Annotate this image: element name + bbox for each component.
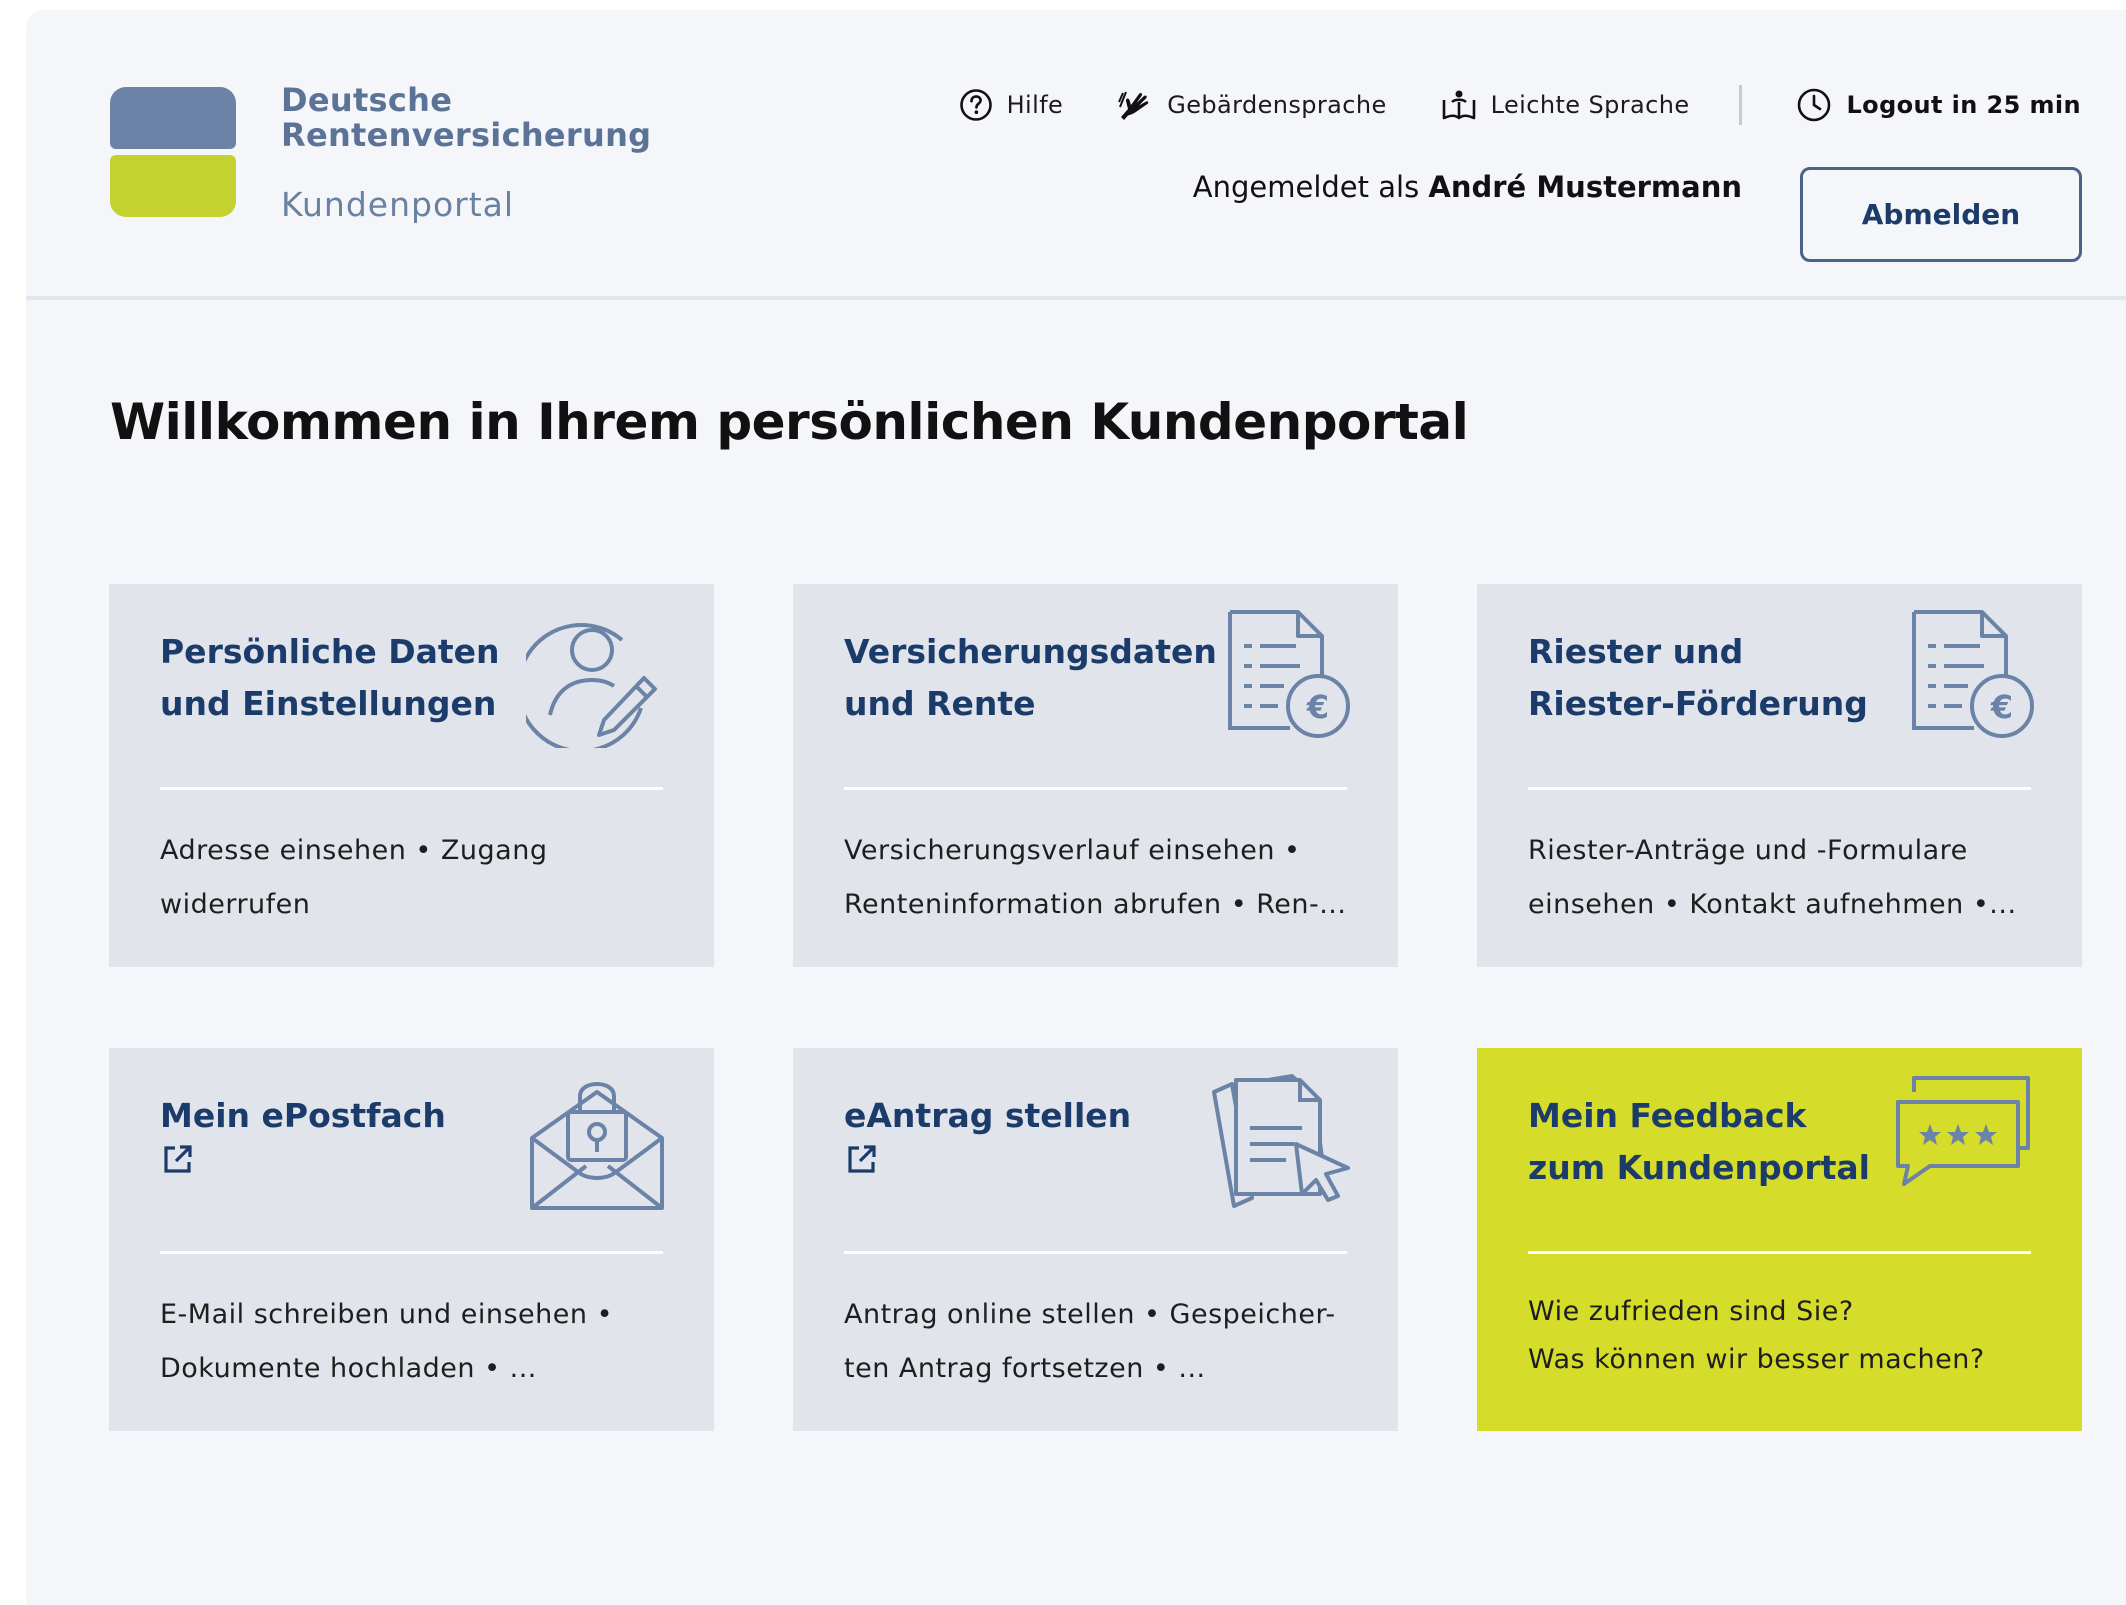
tile-epostfach[interactable]: Mein ePostfach E-Mail schreiben und eins…	[109, 1048, 714, 1431]
sign-language-link[interactable]: Gebärdensprache	[1117, 87, 1386, 123]
easy-language-label: Leichte Sprache	[1490, 91, 1690, 119]
help-icon	[959, 89, 992, 121]
logout-timer-label: Logout in 25 min	[1846, 91, 2081, 119]
logged-in-as-label: Angemeldet als	[1192, 170, 1420, 204]
clock-icon	[1798, 88, 1831, 122]
tile-divider	[160, 1251, 663, 1254]
rating-chat-icon	[1896, 1076, 2030, 1186]
brand-line-1: Deutsche	[281, 81, 453, 119]
logout-timer: Logout in 25 min	[1796, 87, 2081, 123]
tile-divider	[160, 787, 663, 790]
tile-divider	[844, 787, 1347, 790]
locked-mail-icon	[530, 1082, 664, 1210]
nav-divider	[1739, 85, 1743, 125]
portal-label: Kundenportal	[281, 185, 515, 224]
tile-divider	[1528, 1251, 2031, 1254]
tile-personal-data[interactable]: Persönliche Daten und Einstellungen Adre…	[109, 584, 714, 967]
tile-description: Versicherungsverlauf einsehen • Rentenin…	[844, 835, 1347, 920]
tile-feedback[interactable]: Mein Feedback zum Kundenportal Wie zufri…	[1477, 1048, 2082, 1431]
tile-description: Riester-Anträge und -Formulare einsehen …	[1528, 835, 2017, 920]
tile-title: Mein ePostfach	[160, 1096, 446, 1135]
logout-button[interactable]: Abmelden	[1800, 167, 2082, 262]
document-euro-icon: €	[1912, 610, 2034, 738]
user-edit-icon	[526, 623, 657, 748]
svg-text:€: €	[1306, 688, 1329, 726]
book-icon	[1442, 90, 1475, 120]
document-euro-icon: €	[1228, 610, 1350, 738]
tile-description: E-Mail schreiben und einsehen • Dokument…	[160, 1299, 614, 1384]
tile-divider	[844, 1251, 1347, 1254]
page-title: Willkommen in Ihrem persönlichen Kundenp…	[110, 393, 1469, 451]
tile-description: Antrag online stellen • Gespeicher-ten A…	[844, 1299, 1336, 1384]
feedback-question-1: Wie zufrieden sind Sie?	[1528, 1296, 1854, 1327]
login-status: Angemeldet als André Mustermann	[1193, 170, 1742, 204]
feedback-question-2: Was können wir besser machen?	[1528, 1344, 1985, 1375]
documents-cursor-icon	[1212, 1074, 1350, 1208]
external-link-icon	[848, 1145, 876, 1173]
sign-language-icon	[1118, 91, 1149, 120]
tile-title: Persönliche Daten und Einstellungen	[160, 632, 500, 723]
easy-language-link[interactable]: Leichte Sprache	[1441, 88, 1690, 122]
portal-window: Deutsche Rentenversicherung Kundenportal…	[26, 10, 2126, 1605]
tile-title: Riester und Riester-Förderung	[1528, 632, 1868, 723]
logo-green-block	[110, 155, 236, 217]
brand-line-2: Rentenversicherung	[281, 116, 652, 154]
tile-description: Wie zufrieden sind Sie? Was können wir b…	[1528, 1288, 2048, 1384]
user-name: André Mustermann	[1428, 170, 1742, 204]
tile-title: eAntrag stellen	[844, 1096, 1132, 1135]
tile-title: Mein Feedback zum Kundenportal	[1528, 1096, 1870, 1187]
svg-text:€: €	[1990, 688, 2013, 726]
sign-language-label: Gebärdensprache	[1167, 91, 1387, 119]
tile-insurance-data[interactable]: Versicherungsdaten und Rente € Versicher…	[793, 584, 1398, 967]
help-link[interactable]: Hilfe	[959, 88, 1064, 122]
logo-blue-block	[110, 87, 236, 149]
external-link-icon	[164, 1145, 192, 1173]
tile-divider	[1528, 787, 2031, 790]
utility-nav: Hilfe Gebärdensprache Leichte Sprache Lo…	[959, 85, 2081, 125]
tile-eantrag[interactable]: eAntrag stellen Antrag online stellen • …	[793, 1048, 1398, 1431]
tile-title: Versicherungsdaten und Rente	[844, 632, 1217, 723]
tile-description: Adresse einsehen • Zugang widerrufen	[160, 835, 548, 920]
help-label: Hilfe	[1006, 91, 1064, 119]
site-header: Deutsche Rentenversicherung Kundenportal…	[26, 10, 2126, 300]
brand-name: Deutsche Rentenversicherung	[281, 83, 651, 153]
tile-riester[interactable]: Riester und Riester-Förderung € Riester-…	[1477, 584, 2082, 967]
